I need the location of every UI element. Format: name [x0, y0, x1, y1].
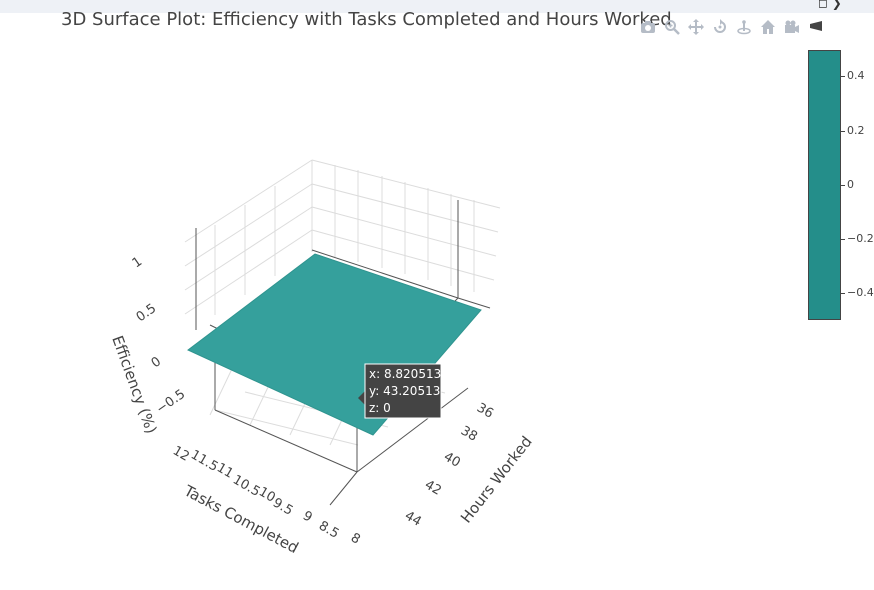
x-tick-12: 12 — [170, 443, 192, 464]
y-tick-42: 42 — [422, 477, 444, 498]
colorbar — [808, 50, 841, 320]
colorbar-tick: 0 — [841, 178, 854, 191]
y-tick-44: 44 — [402, 508, 424, 529]
hover-z: z: 0 — [369, 401, 391, 415]
z-axis-title: Efficiency (%) — [108, 333, 160, 436]
z-tick-neg0.5: −0.5 — [154, 387, 188, 417]
x-tick-8: 8 — [348, 530, 363, 547]
x-tick-9: 9 — [300, 508, 315, 525]
y-tick-38: 38 — [458, 423, 480, 444]
x-tick-8.5: 8.5 — [316, 518, 341, 541]
colorbar-tick: −0.4 — [841, 286, 874, 299]
y-axis-title: Hours Worked — [457, 433, 536, 527]
y-tick-40: 40 — [441, 449, 463, 470]
hover-x: x: 8.820513 — [369, 367, 441, 381]
colorbar-tick: −0.2 — [841, 232, 874, 245]
y-axis: 36 38 40 42 44 Hours Worked — [402, 400, 536, 529]
hover-tooltip: x: 8.820513 y: 43.20513 z: 0 — [358, 363, 442, 419]
z-tick-1: 1 — [130, 254, 145, 271]
y-tick-36: 36 — [474, 400, 496, 421]
colorbar-tick: 0.2 — [841, 124, 865, 137]
z-tick-0: 0 — [149, 354, 164, 371]
z-axis: 1 0.5 0 −0.5 Efficiency (%) — [108, 254, 188, 436]
colorbar-tick: 0.4 — [841, 69, 865, 82]
z-tick-0.5: 0.5 — [134, 301, 160, 325]
hover-y: y: 43.20513 — [369, 384, 440, 398]
x-axis-title: Tasks Completed — [180, 481, 301, 557]
surface-plot[interactable]: 1 0.5 0 −0.5 Efficiency (%) 12 11.5 11 1… — [0, 0, 874, 590]
